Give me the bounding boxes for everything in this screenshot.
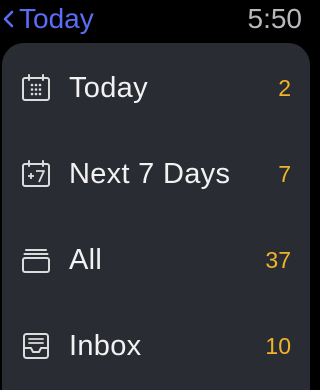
status-bar: Today 5:50 <box>0 0 312 40</box>
list-item-inbox[interactable]: Inbox 10 <box>2 303 310 389</box>
back-button[interactable]: Today <box>2 0 94 38</box>
calendar-plus-seven-icon <box>21 159 51 189</box>
list-item-label: Today <box>69 71 148 104</box>
list-menu: Today 2 Next 7 Days 7 All 37 Inbox 10 <box>2 43 310 390</box>
list-item-all[interactable]: All 37 <box>2 217 310 303</box>
back-label: Today <box>19 3 94 34</box>
list-item-count: 2 <box>278 74 291 101</box>
list-item-label: All <box>69 243 103 276</box>
list-item-next-7-days[interactable]: Next 7 Days 7 <box>2 131 310 217</box>
list-item-label: Next 7 Days <box>69 157 231 190</box>
list-item-count: 10 <box>265 332 291 359</box>
clock: 5:50 <box>247 3 303 34</box>
watch-screen: Today 5:50 Today 2 Next 7 Days 7 All 37 … <box>0 0 312 390</box>
stacked-tray-icon <box>21 245 51 275</box>
calendar-grid-icon <box>21 73 51 103</box>
chevron-left-icon <box>2 7 16 31</box>
list-item-today[interactable]: Today 2 <box>2 45 310 131</box>
list-item-count: 37 <box>265 246 291 273</box>
list-item-label: Inbox <box>69 329 142 362</box>
list-item-count: 7 <box>278 160 291 187</box>
inbox-icon <box>21 331 51 361</box>
